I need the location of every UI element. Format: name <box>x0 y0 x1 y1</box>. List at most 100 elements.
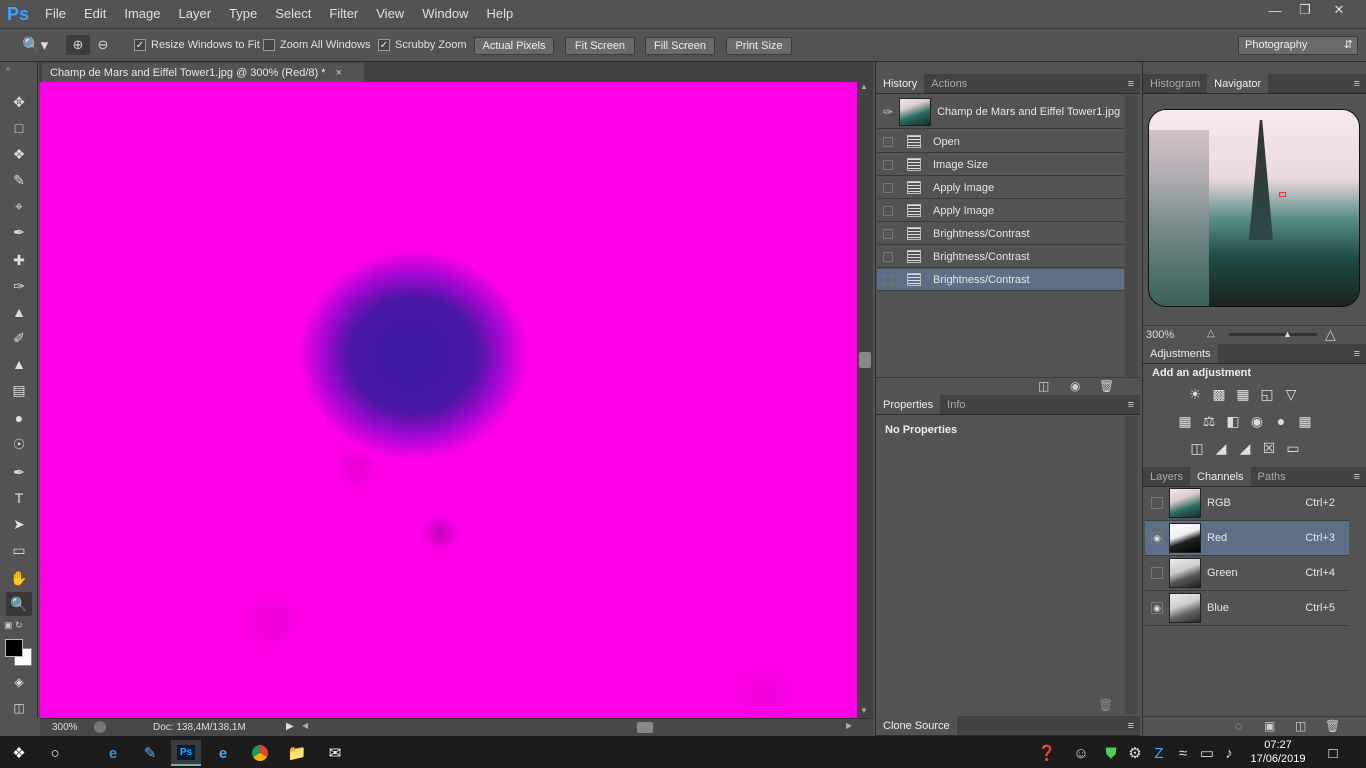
zoom-tool-icon[interactable]: 🔍 <box>6 592 32 616</box>
status-menu-icon[interactable]: ▶ <box>286 721 294 732</box>
history-brush-tool-icon[interactable]: ✐ <box>6 326 32 350</box>
navigator-view-box[interactable] <box>1279 192 1286 197</box>
invert-icon[interactable]: ◫ <box>1188 440 1206 456</box>
history-item-current[interactable]: Brightness/Contrast <box>877 269 1124 291</box>
history-item[interactable]: Apply Image <box>877 200 1124 222</box>
tab-history[interactable]: History <box>876 74 925 93</box>
menu-view[interactable]: View <box>367 0 413 28</box>
print-size-button[interactable]: Print Size <box>726 37 792 55</box>
photo-filter-icon[interactable]: ◉ <box>1248 413 1266 429</box>
zoom-level[interactable]: 300% <box>52 722 78 733</box>
volume-icon[interactable]: ♪ <box>1214 740 1244 766</box>
hue-saturation-icon[interactable]: ▦ <box>1176 413 1194 429</box>
menu-window[interactable]: Window <box>413 0 477 28</box>
history-scrollbar[interactable] <box>1125 95 1137 377</box>
marquee-tool-icon[interactable]: □ <box>6 116 32 140</box>
tab-layers[interactable]: Layers <box>1143 467 1190 486</box>
type-tool-icon[interactable]: T <box>6 486 32 510</box>
color-balance-icon[interactable]: ⚖ <box>1200 413 1218 429</box>
black-white-icon[interactable]: ◧ <box>1224 413 1242 429</box>
history-item[interactable]: Brightness/Contrast <box>877 246 1124 268</box>
dodge-tool-icon[interactable]: ☉ <box>6 432 32 456</box>
vertical-scrollbar[interactable]: ▲ ▼ <box>857 82 873 718</box>
navigator-zoom-value[interactable]: 300% <box>1146 329 1174 341</box>
healing-brush-tool-icon[interactable]: ✚ <box>6 248 32 272</box>
panel-menu-icon[interactable]: ≡ <box>1128 74 1140 93</box>
new-document-from-state-icon[interactable]: ◫ <box>1038 379 1049 393</box>
close-icon[interactable]: ✕ <box>1322 0 1356 20</box>
chrome-icon[interactable] <box>245 740 275 766</box>
zoom-in-mountain-icon[interactable]: △ <box>1325 326 1336 343</box>
scrubby-zoom-checkbox[interactable]: ✓ Scrubby Zoom <box>378 39 467 51</box>
internet-explorer-icon[interactable]: e <box>208 740 238 766</box>
history-item[interactable]: Brightness/Contrast <box>877 223 1124 245</box>
scroll-left-icon[interactable]: ◀ <box>302 721 308 730</box>
workspace-select[interactable]: Photography ⇵ <box>1238 36 1358 55</box>
eye-icon[interactable]: ◉ <box>1151 532 1163 544</box>
edge-icon[interactable]: e <box>98 740 128 766</box>
screen-mode-icon[interactable]: ◫ <box>6 696 32 720</box>
zoom-out-mountain-icon[interactable]: △ <box>1207 328 1215 339</box>
collapse-icon[interactable]: » <box>6 64 10 73</box>
history-item[interactable]: Apply Image <box>877 177 1124 199</box>
levels-icon[interactable]: ▩ <box>1210 386 1228 402</box>
mail-icon[interactable]: ✉ <box>320 740 350 766</box>
trash-icon[interactable]: 🗑 <box>1098 698 1113 712</box>
vibrance-icon[interactable]: ▽ <box>1282 386 1300 402</box>
menu-filter[interactable]: Filter <box>320 0 367 28</box>
scroll-right-icon[interactable]: ▶ <box>846 721 852 730</box>
eraser-tool-icon[interactable]: ▲ <box>6 352 32 376</box>
threshold-icon[interactable]: ◢ <box>1236 440 1254 456</box>
tab-properties[interactable]: Properties <box>876 395 941 414</box>
tab-paths[interactable]: Paths <box>1251 467 1293 486</box>
brightness-contrast-icon[interactable]: ☀ <box>1186 386 1204 402</box>
channel-row-rgb[interactable]: RGB Ctrl+2 <box>1145 486 1349 521</box>
channel-mixer-icon[interactable]: ● <box>1272 413 1290 429</box>
zoom-out-icon[interactable]: ⊖ <box>93 35 113 55</box>
panel-menu-icon[interactable]: ≡ <box>1354 344 1366 363</box>
fit-screen-button[interactable]: Fit Screen <box>565 37 635 55</box>
curves-icon[interactable]: ▦ <box>1234 386 1252 402</box>
channel-row-blue[interactable]: ◉ Blue Ctrl+5 <box>1145 591 1349 626</box>
gradient-map-icon[interactable]: ▭ <box>1284 440 1302 456</box>
pen-app-icon[interactable]: ✎ <box>135 740 165 766</box>
move-tool-icon[interactable]: ✥ <box>6 90 32 114</box>
eye-icon[interactable]: ◉ <box>1151 602 1163 614</box>
lasso-tool-icon[interactable]: ❖ <box>6 142 32 166</box>
tab-navigator[interactable]: Navigator <box>1207 74 1269 93</box>
pen-tool-icon[interactable]: ✒ <box>6 460 32 484</box>
menu-help[interactable]: Help <box>477 0 522 28</box>
hand-tool-icon[interactable]: ✋ <box>6 566 32 590</box>
clone-stamp-tool-icon[interactable]: ▲ <box>6 300 32 324</box>
resize-windows-checkbox[interactable]: ✓ Resize Windows to Fit <box>134 39 260 51</box>
zoom-slider-thumb[interactable]: ▲ <box>1283 329 1292 339</box>
tab-info[interactable]: Info <box>940 395 972 414</box>
restore-icon[interactable]: ❐ <box>1288 0 1322 20</box>
panel-menu-icon[interactable]: ≡ <box>1128 395 1140 414</box>
color-lookup-icon[interactable]: ▦ <box>1296 413 1314 429</box>
vertical-scroll-thumb[interactable] <box>859 352 871 368</box>
path-selection-tool-icon[interactable]: ➤ <box>6 512 32 536</box>
help-icon[interactable]: ❓ <box>1032 740 1062 766</box>
camera-icon[interactable]: ◉ <box>1070 379 1080 393</box>
panel-menu-icon[interactable]: ≡ <box>1354 467 1366 486</box>
file-explorer-icon[interactable]: 📁 <box>282 740 312 766</box>
tab-channels[interactable]: Channels <box>1190 467 1251 486</box>
history-snapshot[interactable]: ✑ Champ de Mars and Eiffel Tower1.jpg <box>877 95 1124 129</box>
visibility-toggle[interactable] <box>1151 497 1163 509</box>
trash-icon[interactable]: 🗑 <box>1099 379 1114 393</box>
zoom-slider-track[interactable] <box>1229 333 1317 336</box>
navigator-preview[interactable] <box>1148 109 1360 307</box>
menu-layer[interactable]: Layer <box>170 0 221 28</box>
zoom-all-windows-checkbox[interactable]: Zoom All Windows <box>263 39 370 51</box>
menu-edit[interactable]: Edit <box>75 0 115 28</box>
new-channel-icon[interactable]: ◫ <box>1295 719 1306 733</box>
gradient-tool-icon[interactable]: ▤ <box>6 378 32 402</box>
quick-selection-tool-icon[interactable]: ✎ <box>6 168 32 192</box>
zoom-tool-preset-icon[interactable]: 🔍▾ <box>22 36 48 54</box>
history-brush-source-icon[interactable]: ✑ <box>883 105 893 119</box>
menu-select[interactable]: Select <box>266 0 320 28</box>
properties-scrollbar[interactable] <box>1125 416 1137 714</box>
tab-histogram[interactable]: Histogram <box>1143 74 1207 93</box>
foreground-color-swatch[interactable] <box>5 639 23 657</box>
